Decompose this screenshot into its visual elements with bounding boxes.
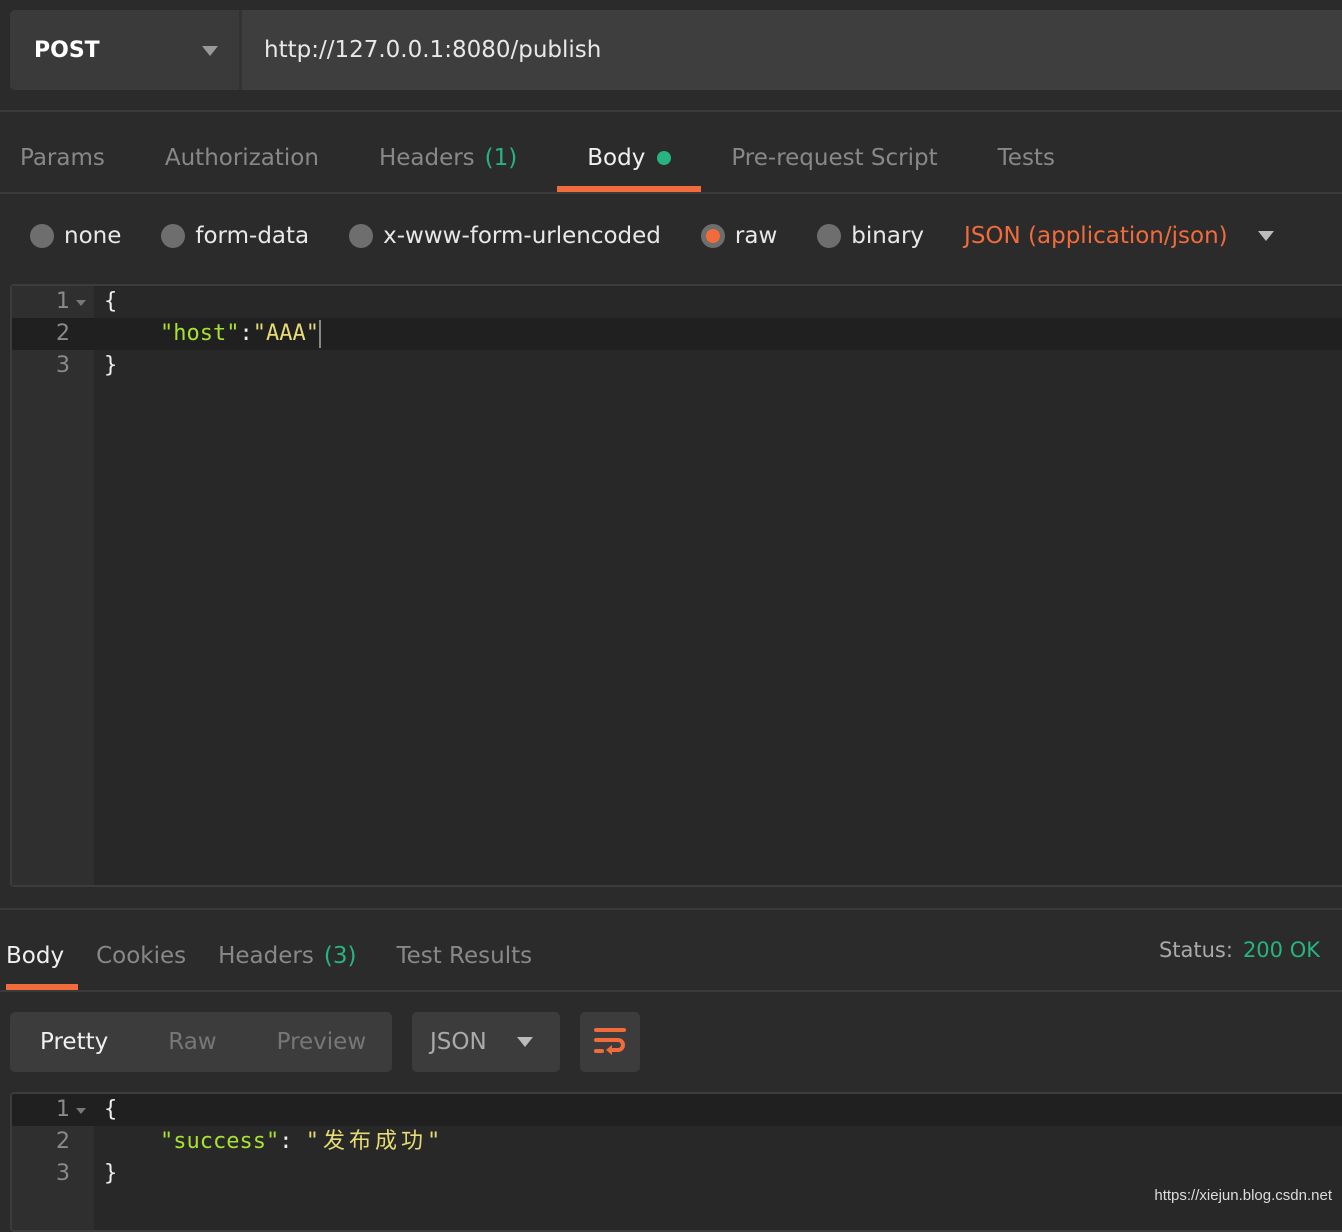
line-number: 3 — [56, 353, 70, 378]
request-tabs: Params Authorization Headers (1) Body Pre… — [20, 124, 1055, 192]
tab-label: Body — [6, 943, 65, 969]
headers-count: (3) — [323, 943, 357, 969]
line-number: 1 — [56, 1097, 70, 1122]
wrap-lines-icon — [594, 1028, 626, 1055]
code-line: 3} — [12, 1158, 1342, 1190]
tab-label: Tests — [997, 145, 1055, 171]
code-text: { — [104, 1097, 118, 1122]
tab-label: Authorization — [164, 145, 319, 171]
code-text: } — [104, 1161, 118, 1186]
divider — [0, 192, 1342, 194]
body-mode-radios: none form-data x-www-form-urlencoded raw… — [30, 215, 1274, 257]
json-value: "AAA" — [252, 321, 319, 346]
content-type-select[interactable]: JSON (application/json) — [964, 223, 1274, 249]
radio-label: none — [64, 223, 122, 249]
response-tabs: Body Cookies Headers (3) Test Results — [6, 922, 532, 990]
tab-tests[interactable]: Tests — [998, 124, 1055, 192]
code-line: 2 "success": "发布成功" — [12, 1126, 1342, 1158]
code-line: 1{ — [12, 286, 1342, 318]
fold-arrow-icon[interactable] — [76, 1108, 86, 1114]
headers-count: (1) — [484, 145, 518, 171]
request-bar: POST http://127.0.0.1:8080/publish — [10, 10, 1342, 90]
divider — [0, 990, 1342, 992]
tab-label: Headers — [378, 145, 475, 171]
tab-cookies[interactable]: Cookies — [96, 922, 186, 990]
pretty-button[interactable]: Pretty — [40, 1029, 108, 1055]
preview-button[interactable]: Preview — [277, 1029, 367, 1055]
format-select[interactable]: JSON — [412, 1012, 560, 1072]
code-text: { — [104, 289, 118, 314]
tab-params[interactable]: Params — [20, 124, 105, 192]
method-label: POST — [34, 37, 100, 63]
tab-authorization[interactable]: Authorization — [165, 124, 319, 192]
tab-label: Test Results — [396, 943, 533, 969]
radio-label: x-www-form-urlencoded — [383, 223, 661, 249]
radio-urlencoded[interactable]: x-www-form-urlencoded — [349, 223, 661, 249]
line-number: 2 — [56, 1129, 70, 1154]
json-separator: : — [239, 321, 253, 346]
method-select[interactable]: POST — [10, 10, 242, 90]
code-line: 3} — [12, 350, 1342, 382]
code-line: 2 "host":"AAA" — [12, 318, 1342, 350]
divider — [0, 110, 1342, 112]
format-label: JSON — [430, 1029, 487, 1055]
tab-headers[interactable]: Headers (1) — [379, 124, 517, 192]
text-cursor — [318, 320, 321, 348]
status-label: Status: — [1158, 938, 1233, 962]
request-body-editor[interactable]: 1{ 2 "host":"AAA" 3} — [10, 284, 1342, 887]
radio-binary[interactable]: binary — [817, 223, 924, 249]
json-key: "host" — [160, 321, 240, 346]
line-number: 3 — [56, 1161, 70, 1186]
radio-icon — [161, 224, 186, 248]
radio-icon — [817, 224, 842, 248]
radio-raw[interactable]: raw — [700, 223, 778, 249]
radio-none[interactable]: none — [30, 223, 121, 249]
fold-arrow-icon[interactable] — [76, 300, 86, 306]
code-line: 1{ — [12, 1094, 1342, 1126]
tab-body[interactable]: Body — [557, 124, 702, 192]
line-number: 2 — [56, 321, 70, 346]
response-status: Status: 200 OK — [1159, 938, 1320, 962]
tab-label: Pre-request Script — [731, 145, 938, 171]
radio-label: form-data — [195, 223, 310, 249]
tab-response-body[interactable]: Body — [6, 922, 79, 990]
view-mode-group: Pretty Raw Preview — [10, 1012, 392, 1072]
tab-response-headers[interactable]: Headers (3) — [218, 922, 356, 990]
chevron-down-icon — [1257, 231, 1274, 241]
radio-form-data[interactable]: form-data — [161, 223, 309, 249]
json-key: "success" — [160, 1129, 280, 1154]
radio-selected-icon — [700, 224, 725, 248]
content-type-label: JSON (application/json) — [964, 223, 1228, 249]
tab-test-results[interactable]: Test Results — [396, 922, 532, 990]
watermark: https://xiejun.blog.csdn.net — [1154, 1187, 1332, 1204]
tab-pre-request-script[interactable]: Pre-request Script — [731, 124, 937, 192]
radio-label: raw — [734, 223, 778, 249]
url-input[interactable]: http://127.0.0.1:8080/publish — [242, 10, 601, 90]
radio-icon — [30, 224, 54, 248]
json-separator: : — [279, 1129, 306, 1154]
tab-label: Headers — [218, 943, 314, 969]
status-value: 200 OK — [1242, 938, 1320, 962]
radio-label: binary — [851, 223, 925, 249]
code-text: } — [104, 353, 118, 378]
chevron-down-icon — [516, 1037, 533, 1047]
radio-icon — [349, 224, 374, 248]
json-value: "发布成功" — [305, 1129, 445, 1154]
wrap-lines-button[interactable] — [580, 1012, 640, 1072]
modified-dot-icon — [657, 151, 672, 165]
response-body-viewer[interactable]: 1{ 2 "success": "发布成功" 3} — [10, 1092, 1342, 1232]
tab-label: Cookies — [96, 943, 187, 969]
tab-label: Params — [20, 145, 105, 171]
line-number: 1 — [56, 289, 70, 314]
chevron-down-icon — [202, 46, 218, 56]
tab-label: Body — [587, 145, 646, 171]
raw-button[interactable]: Raw — [168, 1029, 216, 1055]
